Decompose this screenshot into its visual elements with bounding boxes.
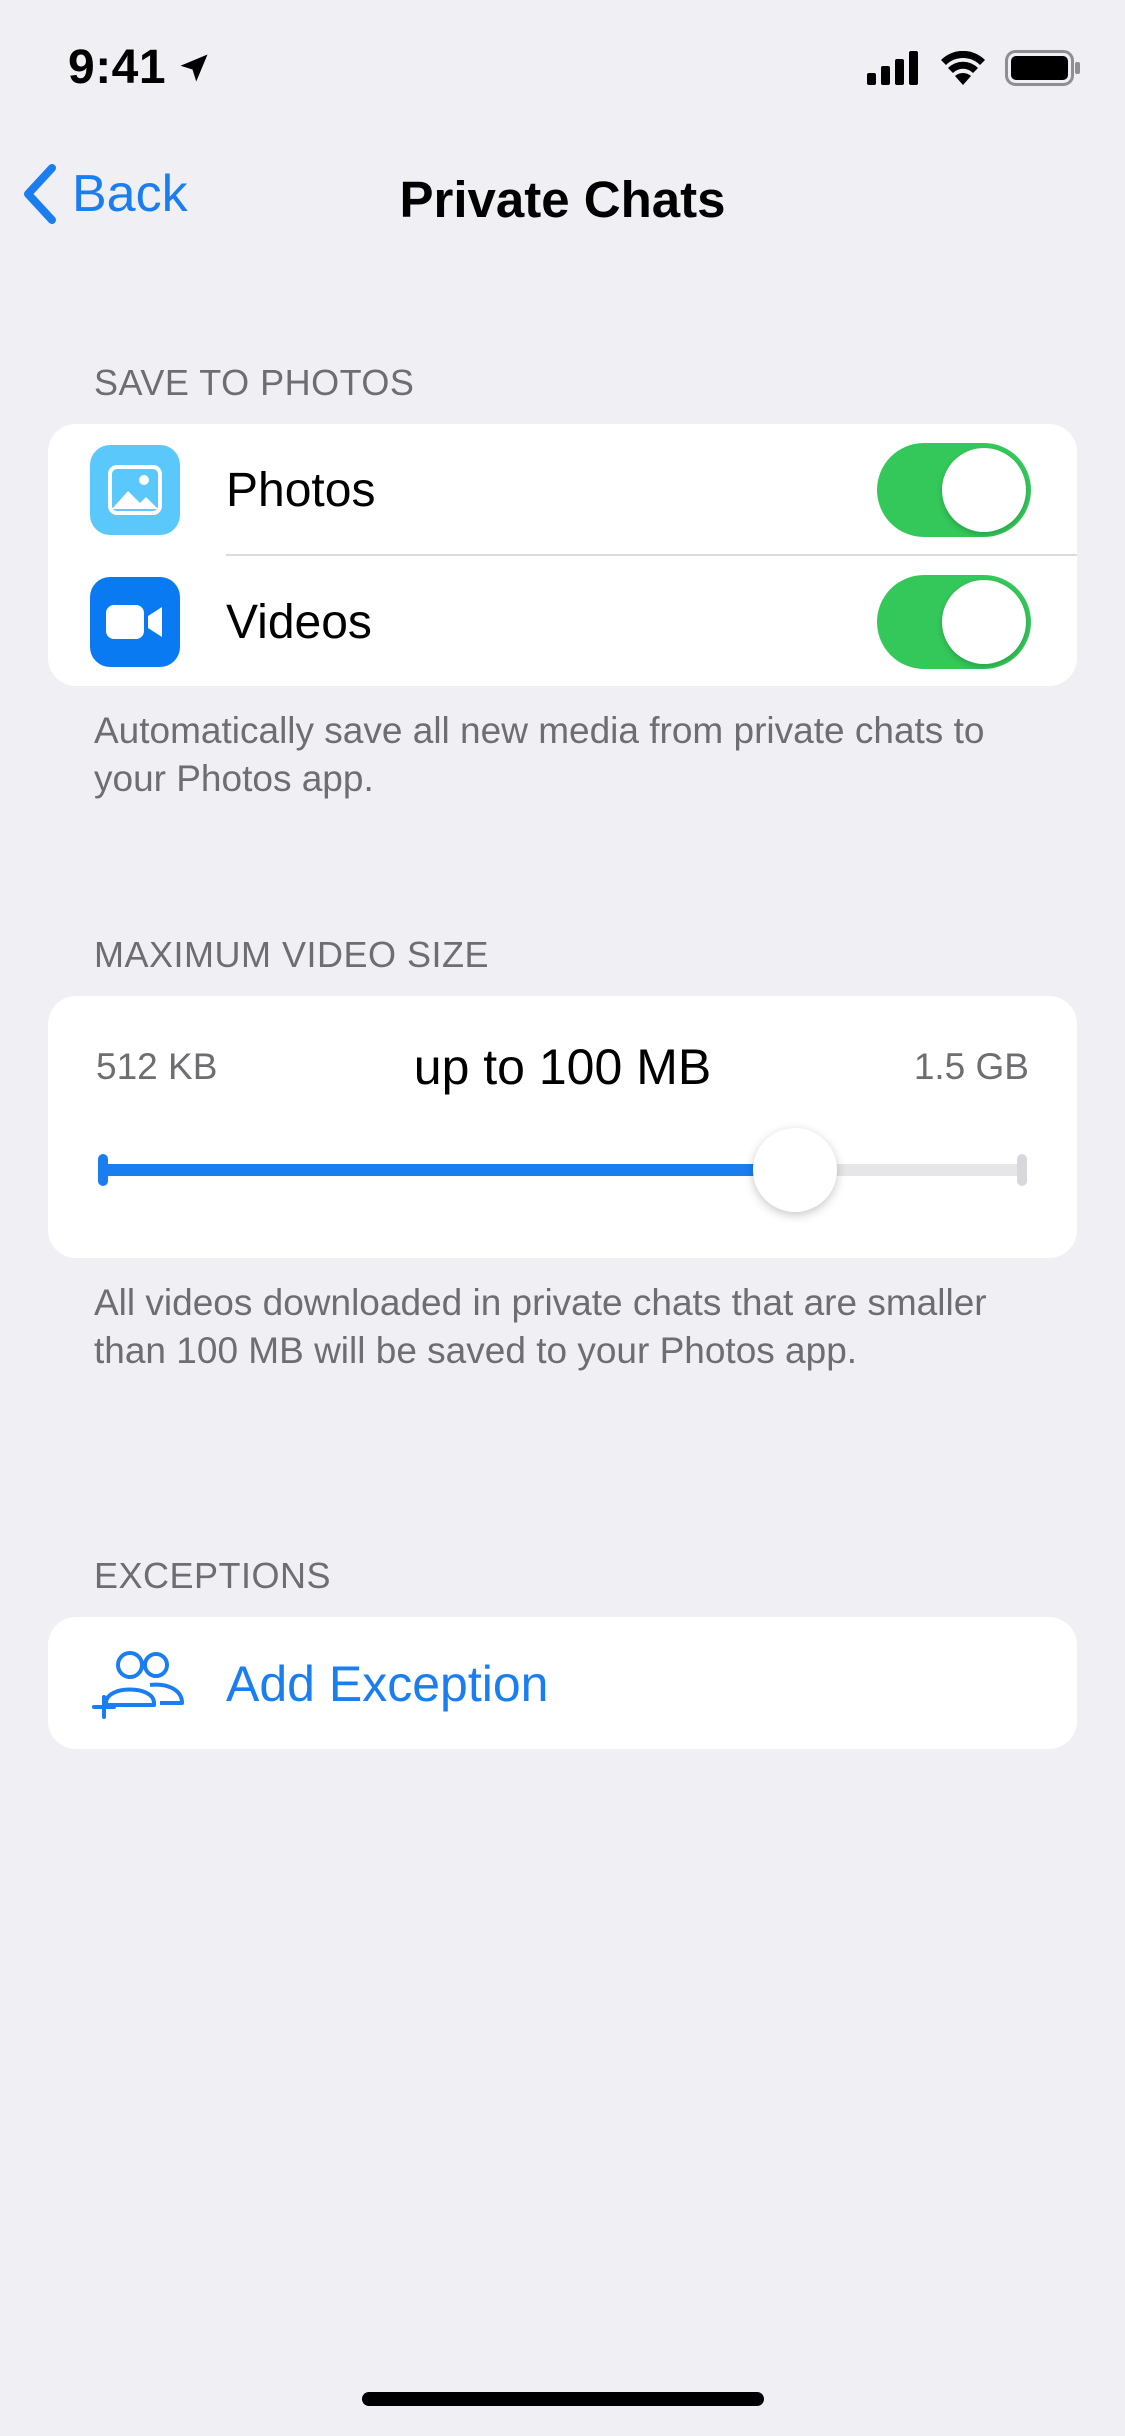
section-header-save-to-photos: SAVE TO PHOTOS xyxy=(94,362,415,403)
toggle-knob xyxy=(942,580,1026,664)
status-icons xyxy=(867,50,1081,86)
section-header-max-video-size: MAXIMUM VIDEO SIZE xyxy=(94,934,490,975)
photos-toggle[interactable] xyxy=(877,443,1031,537)
videos-label: Videos xyxy=(226,595,372,649)
photos-row[interactable]: Photos xyxy=(48,424,1077,556)
exceptions-card: Add Exception xyxy=(48,1617,1077,1749)
add-users-icon xyxy=(92,1651,184,1719)
add-exception-button[interactable]: Add Exception xyxy=(48,1617,1077,1749)
screen: 9:41 Back Private Chats SAVE TO PHOTOS P… xyxy=(0,0,1125,2436)
wifi-icon xyxy=(941,51,985,85)
video-size-card: 512 KB up to 100 MB 1.5 GB xyxy=(48,996,1077,1258)
location-arrow-icon xyxy=(180,54,208,81)
slider-min-cap xyxy=(98,1154,108,1186)
home-indicator[interactable] xyxy=(362,2392,764,2406)
slider-thumb[interactable] xyxy=(752,1128,837,1212)
section-header-exceptions: EXCEPTIONS xyxy=(94,1555,332,1596)
video-size-footer: All videos downloaded in private chats t… xyxy=(94,1282,987,1371)
video-size-slider[interactable] xyxy=(98,1128,1027,1212)
add-exception-label: Add Exception xyxy=(226,1656,549,1712)
cellular-signal-icon xyxy=(867,51,918,85)
page-title: Private Chats xyxy=(399,171,726,228)
videos-toggle[interactable] xyxy=(877,575,1031,669)
size-max-label: 1.5 GB xyxy=(913,1046,1029,1087)
battery-icon xyxy=(1005,50,1080,86)
photos-label: Photos xyxy=(226,463,376,517)
status-time-text: 9:41 xyxy=(68,41,167,94)
toggle-knob xyxy=(942,448,1026,532)
photo-icon xyxy=(90,445,180,535)
status-time: 9:41 xyxy=(68,40,212,95)
slider-fill xyxy=(98,1164,795,1176)
videos-row[interactable]: Videos xyxy=(48,556,1077,686)
save-to-photos-card: Photos Videos xyxy=(48,424,1077,686)
video-icon xyxy=(90,577,180,667)
save-to-photos-footer: Automatically save all new media from pr… xyxy=(94,710,985,799)
slider-max-cap xyxy=(1017,1154,1027,1186)
